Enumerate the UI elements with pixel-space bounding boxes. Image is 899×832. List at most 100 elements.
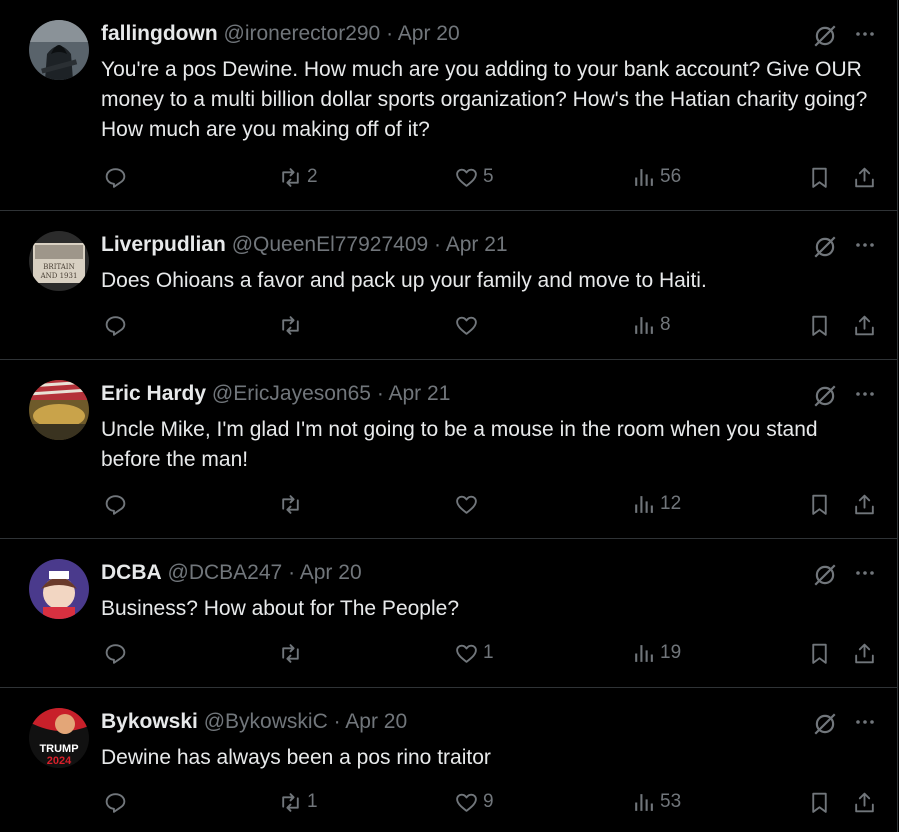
- views-icon: [635, 316, 653, 334]
- like-icon: [456, 495, 477, 514]
- like-icon: [456, 168, 477, 187]
- share-button[interactable]: [852, 310, 877, 340]
- reply-button[interactable]: [103, 162, 128, 192]
- share-button[interactable]: [852, 638, 877, 668]
- timestamp[interactable]: Apr 21: [446, 233, 508, 256]
- user-handle[interactable]: @ironerector290: [224, 22, 381, 45]
- tweet[interactable]: DCBA @DCBA247 · Apr 20 Business? How abo…: [0, 539, 898, 688]
- more-icon[interactable]: [853, 561, 877, 585]
- avatar[interactable]: [29, 559, 89, 619]
- avatar-label-2: 2024: [47, 755, 72, 767]
- view-count: 8: [660, 314, 671, 335]
- repost-button[interactable]: 1: [278, 787, 318, 817]
- separator-dot: ·: [386, 22, 394, 45]
- bookmark-button[interactable]: [807, 787, 832, 817]
- avatar-image: [29, 559, 89, 619]
- user-handle[interactable]: @EricJayeson65: [212, 382, 371, 405]
- reply-icon: [105, 643, 126, 664]
- grok-icon[interactable]: [812, 23, 838, 49]
- share-icon: [855, 643, 874, 663]
- reply-icon: [105, 494, 126, 515]
- like-button[interactable]: [454, 489, 483, 519]
- grok-icon[interactable]: [812, 562, 838, 588]
- tweet[interactable]: TRUMP 2024 Bykowski @BykowskiC · Apr 20 …: [0, 688, 898, 832]
- timestamp[interactable]: Apr 20: [398, 22, 460, 45]
- avatar[interactable]: TRUMP 2024: [29, 708, 89, 768]
- avatar[interactable]: [29, 20, 89, 80]
- user-handle[interactable]: @DCBA247: [168, 561, 283, 584]
- like-button[interactable]: 5: [454, 162, 494, 192]
- tweet-text: Dewine has always been a pos rino traito…: [101, 746, 491, 769]
- like-button[interactable]: [454, 310, 483, 340]
- display-name[interactable]: Bykowski: [101, 710, 198, 733]
- like-button[interactable]: 1: [454, 638, 494, 668]
- reply-button[interactable]: [103, 638, 128, 668]
- repost-button[interactable]: 2: [278, 162, 318, 192]
- avatar-label-2: AND 1931: [40, 272, 78, 280]
- grok-icon[interactable]: [812, 711, 838, 737]
- reply-icon: [105, 167, 126, 188]
- timestamp[interactable]: Apr 20: [345, 710, 407, 733]
- bookmark-button[interactable]: [807, 638, 832, 668]
- bookmark-icon: [812, 167, 827, 188]
- bookmark-icon: [812, 643, 827, 664]
- display-name[interactable]: fallingdown: [101, 22, 218, 45]
- user-handle[interactable]: @QueenEl77927409: [232, 233, 428, 256]
- like-count: 9: [483, 791, 494, 812]
- avatar-label-1: BRITAIN: [43, 263, 74, 271]
- bookmark-button[interactable]: [807, 162, 832, 192]
- share-button[interactable]: [852, 489, 877, 519]
- bookmark-button[interactable]: [807, 310, 832, 340]
- more-icon[interactable]: [853, 22, 877, 46]
- view-count: 56: [660, 166, 682, 187]
- repost-icon: [282, 315, 299, 335]
- views-button[interactable]: 56: [631, 162, 681, 192]
- views-button[interactable]: 19: [631, 638, 681, 668]
- separator-dot: ·: [333, 710, 341, 733]
- share-button[interactable]: [852, 787, 877, 817]
- display-name[interactable]: Liverpudlian: [101, 233, 226, 256]
- tweet-header: fallingdown @ironerector290 · Apr 20: [101, 22, 460, 46]
- repost-icon: [282, 167, 299, 187]
- avatar-image: BRITAIN AND 1931: [29, 231, 89, 291]
- timestamp[interactable]: Apr 20: [300, 561, 362, 584]
- timestamp[interactable]: Apr 21: [389, 382, 451, 405]
- tweet-header: Liverpudlian @QueenEl77927409 · Apr 21: [101, 233, 508, 257]
- user-handle[interactable]: @BykowskiC: [204, 710, 328, 733]
- reply-button[interactable]: [103, 489, 128, 519]
- share-button[interactable]: [852, 162, 877, 192]
- view-count: 12: [660, 493, 682, 514]
- reply-button[interactable]: [103, 787, 128, 817]
- views-icon: [635, 793, 653, 811]
- like-button[interactable]: 9: [454, 787, 494, 817]
- like-count: 5: [483, 166, 494, 187]
- avatar[interactable]: [29, 380, 89, 440]
- reply-button[interactable]: [103, 310, 128, 340]
- tweet[interactable]: Eric Hardy @EricJayeson65 · Apr 21 Uncle…: [0, 360, 898, 539]
- repost-button[interactable]: [278, 489, 307, 519]
- views-icon: [635, 495, 653, 513]
- repost-count: 2: [307, 166, 318, 187]
- views-button[interactable]: 8: [631, 310, 671, 340]
- views-button[interactable]: 53: [631, 787, 681, 817]
- bookmark-button[interactable]: [807, 489, 832, 519]
- tweet[interactable]: BRITAIN AND 1931 Liverpudlian @QueenEl77…: [0, 211, 898, 360]
- share-icon: [855, 494, 874, 514]
- repost-button[interactable]: [278, 310, 307, 340]
- tweet[interactable]: fallingdown @ironerector290 · Apr 20 You…: [0, 0, 898, 211]
- reply-feed: fallingdown @ironerector290 · Apr 20 You…: [0, 0, 899, 832]
- views-icon: [635, 644, 653, 662]
- more-icon[interactable]: [853, 382, 877, 406]
- view-count: 53: [660, 791, 682, 812]
- share-icon: [855, 792, 874, 812]
- display-name[interactable]: DCBA: [101, 561, 162, 584]
- more-icon[interactable]: [853, 233, 877, 257]
- repost-button[interactable]: [278, 638, 307, 668]
- grok-icon[interactable]: [812, 383, 838, 409]
- grok-icon[interactable]: [812, 234, 838, 260]
- display-name[interactable]: Eric Hardy: [101, 382, 206, 405]
- avatar[interactable]: BRITAIN AND 1931: [29, 231, 89, 291]
- views-button[interactable]: 12: [631, 489, 681, 519]
- action-bar: 2 5 56: [0, 162, 899, 192]
- more-icon[interactable]: [853, 710, 877, 734]
